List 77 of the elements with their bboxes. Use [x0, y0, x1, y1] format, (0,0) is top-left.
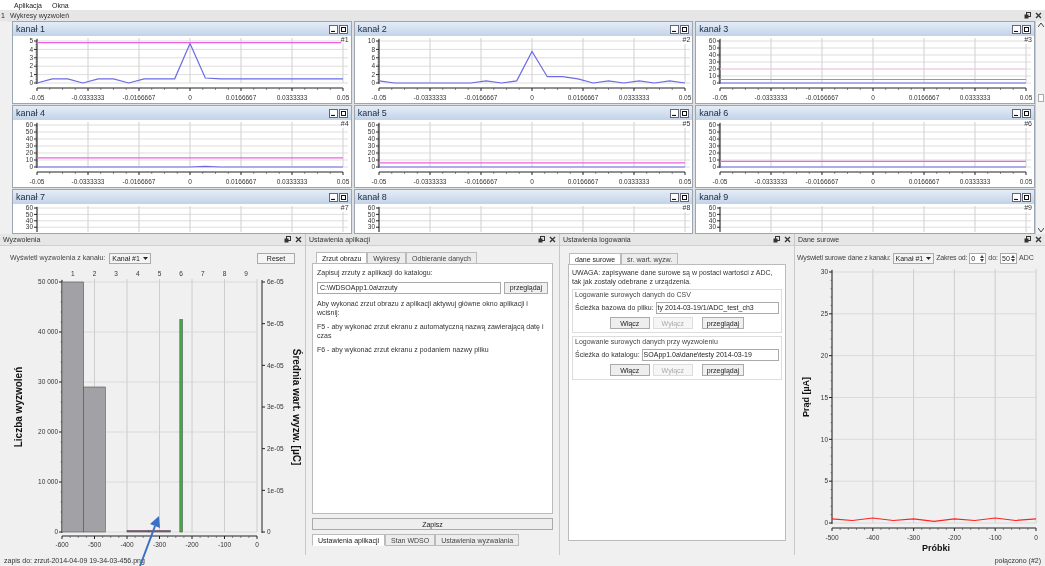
close-button[interactable] — [783, 235, 791, 244]
caret-icon — [142, 256, 148, 260]
axis-title: Prąd [µA] — [801, 376, 811, 418]
scroll-up-icon[interactable] — [1037, 23, 1044, 27]
maximize-icon — [340, 194, 346, 200]
float-button[interactable] — [537, 235, 545, 244]
maximize-button[interactable] — [1022, 192, 1031, 202]
y-axis — [33, 38, 38, 85]
pane-title: kanał 4 — [16, 108, 46, 118]
axis-title: Liczba wyzwoleń — [13, 366, 24, 448]
scrollbar[interactable] — [1035, 21, 1045, 234]
float-button[interactable] — [1023, 11, 1031, 20]
minimize-button[interactable] — [328, 108, 338, 118]
minimize-button[interactable] — [1012, 24, 1021, 34]
float-icon — [1023, 236, 1031, 243]
y-axis — [716, 122, 721, 169]
close-icon — [548, 236, 556, 243]
y-axis — [716, 206, 721, 232]
close-button[interactable] — [1034, 11, 1042, 20]
y-axis — [33, 206, 38, 232]
float-icon — [283, 236, 291, 243]
maximize-icon — [340, 110, 346, 116]
float-icon — [772, 236, 780, 243]
maximize-icon — [1024, 110, 1029, 116]
pane-title: kanał 9 — [699, 192, 729, 202]
minimize-button[interactable] — [670, 192, 680, 202]
axis-title: Średnia wart. wyzw. [µC] — [291, 348, 302, 466]
y-axis — [375, 206, 380, 232]
maximize-button[interactable] — [1022, 24, 1031, 34]
float-button[interactable] — [283, 235, 291, 244]
spin-arrows-icon[interactable] — [1011, 254, 1015, 262]
minimize-button[interactable] — [670, 24, 680, 34]
maximize-icon — [1024, 26, 1029, 32]
float-button[interactable] — [1023, 235, 1031, 244]
maximize-icon — [340, 26, 346, 32]
float-icon — [537, 236, 545, 243]
maximize-button[interactable] — [1022, 108, 1031, 118]
maximize-icon — [1024, 194, 1029, 200]
pane-title: kanał 3 — [699, 24, 729, 34]
maximize-icon — [682, 194, 688, 200]
minimize-button[interactable] — [1012, 108, 1021, 118]
scrollbar-thumb[interactable] — [1037, 93, 1044, 102]
close-icon — [1034, 12, 1042, 19]
close-button[interactable] — [548, 235, 556, 244]
maximize-button[interactable] — [338, 24, 348, 34]
minimize-button[interactable] — [328, 24, 338, 34]
y-axis — [375, 122, 380, 169]
pane-title: kanał 2 — [357, 24, 387, 34]
maximize-button[interactable] — [680, 108, 690, 118]
minimize-button[interactable] — [670, 108, 680, 118]
spin-arrows-icon[interactable] — [980, 254, 985, 262]
float-button[interactable] — [772, 235, 780, 244]
close-icon — [294, 236, 302, 243]
maximize-button[interactable] — [338, 108, 348, 118]
close-button[interactable] — [294, 235, 302, 244]
close-button[interactable] — [1034, 235, 1042, 244]
minimize-button[interactable] — [328, 192, 338, 202]
maximize-button[interactable] — [338, 192, 348, 202]
float-icon — [1023, 12, 1031, 19]
pane-title: kanał 8 — [357, 192, 387, 202]
y-axis — [33, 122, 38, 169]
pane-title: kanał 1 — [16, 24, 46, 34]
maximize-button[interactable] — [680, 192, 690, 202]
axis-title: Próbki — [922, 543, 950, 552]
minimize-button[interactable] — [1012, 192, 1021, 202]
close-icon — [1034, 236, 1042, 243]
caret-icon — [926, 256, 932, 260]
pane-title: kanał 6 — [699, 108, 729, 118]
y-axis — [375, 38, 380, 85]
pane-title: kanał 5 — [357, 108, 387, 118]
pane-title: kanał 7 — [16, 192, 46, 202]
maximize-icon — [682, 110, 688, 116]
maximize-icon — [682, 26, 688, 32]
maximize-button[interactable] — [680, 24, 690, 34]
close-icon — [783, 236, 791, 243]
y-axis — [716, 38, 721, 85]
scroll-down-icon[interactable] — [1037, 228, 1044, 232]
